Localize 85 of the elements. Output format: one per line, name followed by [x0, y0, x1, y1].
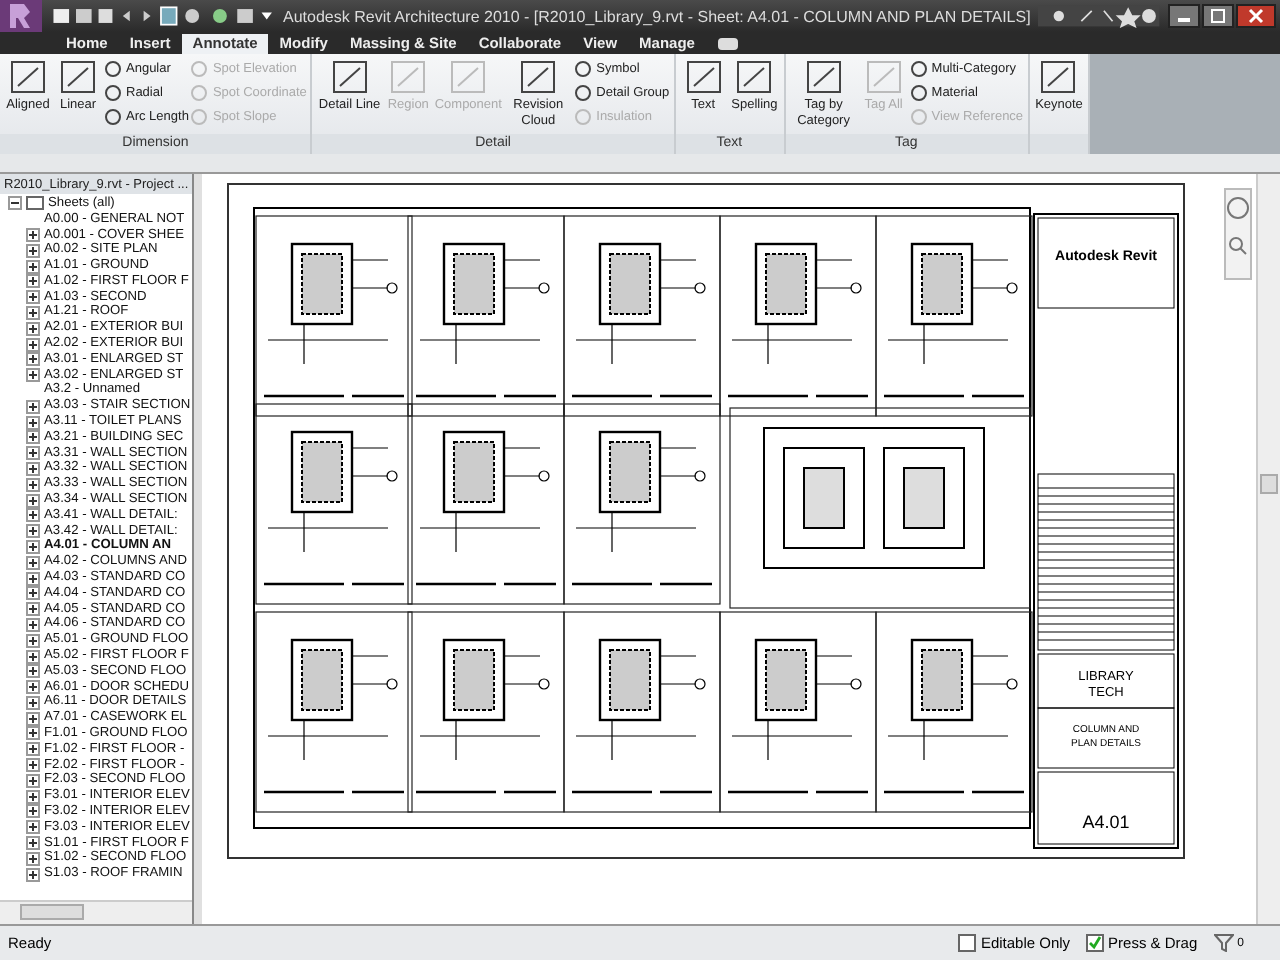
quick-access-toolbar-icon[interactable]: [49, 4, 276, 28]
vertical-scrollbar[interactable]: [1256, 174, 1280, 924]
line-tool-icon: [446, 58, 491, 98]
filter-icon[interactable]: [1213, 934, 1234, 952]
r-logo-icon: [6, 2, 35, 30]
expand-icon[interactable]: [26, 415, 40, 430]
expand-icon[interactable]: [26, 555, 40, 570]
expand-icon[interactable]: [26, 508, 40, 523]
circle-icon: [190, 84, 209, 102]
application-menu-button[interactable]: [0, 0, 42, 32]
expand-icon[interactable]: [26, 820, 40, 835]
expand-icon[interactable]: [26, 399, 40, 414]
expand-icon[interactable]: [26, 524, 40, 539]
expand-icon[interactable]: [26, 789, 40, 804]
sheet-icon: [26, 196, 44, 211]
expand-icon[interactable]: [26, 586, 40, 601]
line-tool-icon: [6, 58, 50, 98]
line-tool-icon: [386, 58, 431, 98]
expand-icon[interactable]: [26, 773, 40, 788]
window-title: Autodesk Revit Architecture 2010 - [R2010_Library_9.rvt - Sheet: A4.01 - COLUMN AND PLAN DETAILS]: [283, 7, 1031, 25]
circle-icon: [909, 84, 928, 102]
panel-label: [1029, 134, 1089, 154]
horizontal-scrollbar[interactable]: [0, 900, 192, 924]
expand-icon[interactable]: [26, 617, 40, 632]
expand-icon[interactable]: [26, 290, 40, 305]
circle-icon: [909, 60, 928, 78]
expand-icon[interactable]: [26, 243, 40, 258]
line-tool-icon: [1036, 58, 1081, 98]
expand-icon[interactable]: [26, 758, 40, 773]
collapse-icon[interactable]: [8, 196, 22, 211]
line-tool-icon: [327, 58, 372, 98]
panel-toggle-icon[interactable]: [718, 38, 739, 50]
help-toolbar-icon[interactable]: [1038, 4, 1160, 28]
maximize-button[interactable]: [1202, 4, 1234, 28]
circle-icon: [574, 60, 593, 78]
expand-icon[interactable]: [26, 633, 40, 648]
expand-icon[interactable]: [26, 305, 40, 320]
expand-icon[interactable]: [26, 430, 40, 445]
expand-icon[interactable]: [26, 477, 40, 492]
maximize-icon: [1210, 8, 1226, 24]
expand-icon[interactable]: [26, 711, 40, 726]
sheet-number: A4.01: [1082, 812, 1130, 832]
circle-icon: [909, 108, 928, 126]
expand-icon[interactable]: [26, 539, 40, 554]
expand-icon[interactable]: [26, 352, 40, 367]
line-tool-icon: [56, 58, 100, 98]
checkbox[interactable]: [958, 934, 977, 952]
circle-icon: [574, 108, 593, 126]
expand-icon[interactable]: [26, 664, 40, 679]
line-tool-icon: [732, 58, 777, 98]
expand-icon[interactable]: [26, 227, 40, 242]
circle-icon: [574, 84, 593, 102]
expand-icon[interactable]: [26, 337, 40, 352]
close-icon: [1248, 8, 1264, 24]
expand-icon[interactable]: [26, 742, 40, 757]
navigation-bar[interactable]: [1224, 188, 1252, 280]
expand-icon[interactable]: [26, 680, 40, 695]
expand-icon[interactable]: [26, 571, 40, 586]
expand-icon[interactable]: [26, 368, 40, 383]
line-tool-icon: [861, 58, 906, 98]
expand-icon[interactable]: [26, 274, 40, 289]
expand-icon[interactable]: [26, 836, 40, 851]
circle-icon: [190, 60, 209, 78]
expand-icon[interactable]: [26, 602, 40, 617]
line-tool-icon: [801, 58, 846, 98]
expand-icon[interactable]: [26, 446, 40, 461]
expand-icon[interactable]: [26, 649, 40, 663]
expand-icon[interactable]: [26, 493, 40, 508]
expand-icon[interactable]: [26, 321, 40, 336]
expand-icon[interactable]: [26, 804, 40, 819]
expand-icon[interactable]: [26, 259, 40, 274]
line-tool-icon: [681, 58, 726, 98]
expand-icon[interactable]: [26, 461, 40, 476]
line-tool-icon: [516, 58, 561, 98]
expand-icon[interactable]: [26, 726, 40, 741]
circle-icon: [104, 60, 122, 78]
expand-icon[interactable]: [26, 695, 40, 710]
close-button[interactable]: [1236, 4, 1276, 28]
circle-icon: [190, 108, 209, 126]
expand-icon[interactable]: [26, 867, 40, 882]
circle-icon: [104, 84, 122, 102]
expand-icon[interactable]: [26, 851, 40, 866]
circle-icon: [104, 108, 122, 126]
checkbox[interactable]: [1086, 934, 1105, 952]
minimize-button[interactable]: [1168, 4, 1200, 28]
